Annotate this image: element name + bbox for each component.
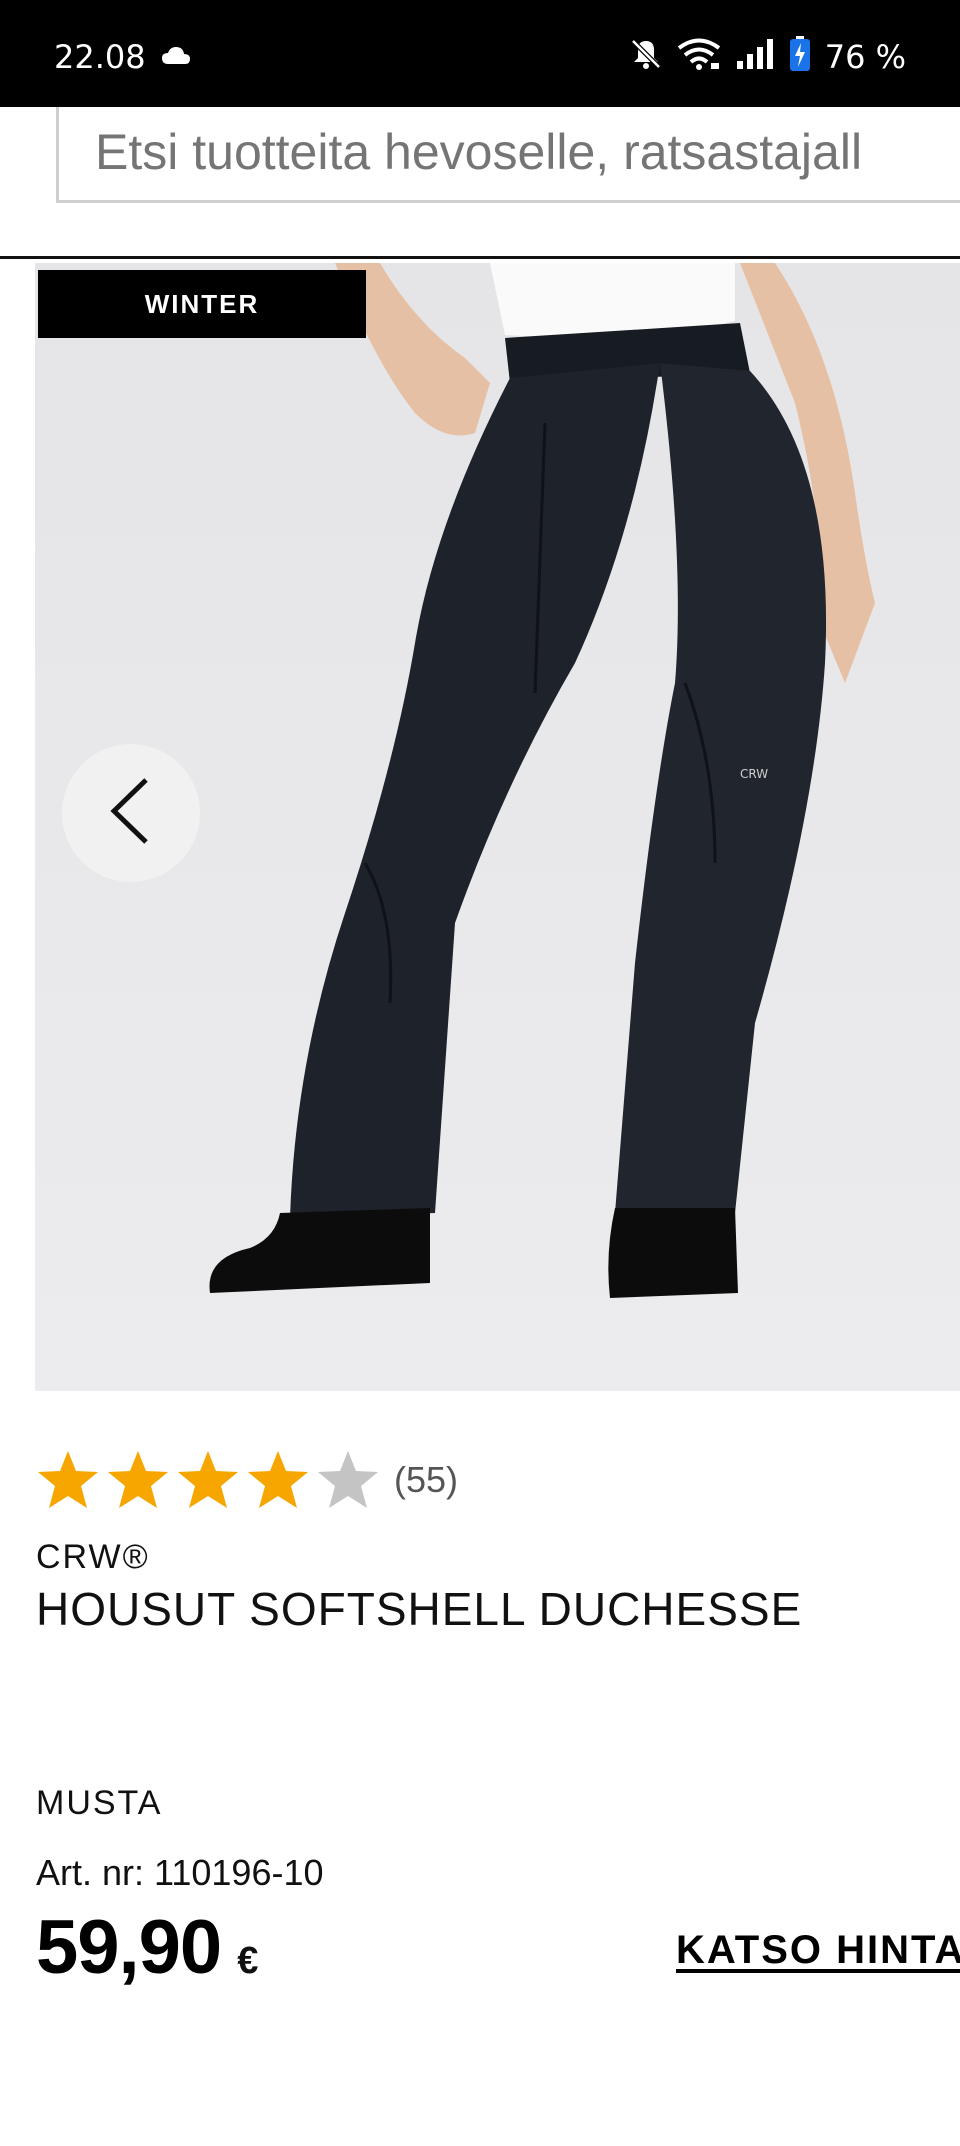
- star-filled-icon: [178, 1451, 238, 1508]
- article-number: Art. nr: 110196-10: [36, 1852, 324, 1893]
- prev-image-button[interactable]: [62, 744, 200, 882]
- product-name: HOUSUT SOFTSHELL DUCHESSE: [36, 1583, 803, 1635]
- price-currency: €: [237, 1940, 259, 1982]
- status-icons: 76 %: [629, 36, 906, 77]
- svg-text:CRW: CRW: [740, 767, 768, 781]
- rating[interactable]: (55): [36, 1450, 458, 1510]
- status-time: 22.08: [54, 38, 146, 76]
- status-bar: 22.08 76 %: [0, 0, 960, 107]
- see-price-link[interactable]: KATSO HINTA: [676, 1928, 960, 1973]
- product-brand[interactable]: CRW®: [36, 1538, 150, 1577]
- battery-percent: 76 %: [824, 37, 906, 76]
- cloud-icon: [160, 44, 192, 71]
- product-color: MUSTA: [36, 1784, 163, 1822]
- rating-count[interactable]: (55): [394, 1459, 458, 1501]
- search-header: [0, 107, 960, 259]
- search-input[interactable]: [95, 117, 960, 187]
- search-field[interactable]: [56, 107, 960, 203]
- bell-muted-icon: [629, 37, 663, 76]
- winter-badge: WINTER: [38, 270, 366, 338]
- wifi-icon: [677, 37, 721, 76]
- star-filled-icon: [38, 1451, 98, 1508]
- price: 59,90 €: [36, 1904, 258, 1991]
- star-empty-icon: [318, 1451, 378, 1508]
- star-filled-icon: [248, 1451, 308, 1508]
- chevron-left-icon: [106, 776, 156, 851]
- star-filled-icon: [108, 1451, 168, 1508]
- battery-charging-icon: [789, 36, 811, 77]
- signal-icon: [735, 37, 775, 76]
- price-value: 59,90: [36, 1905, 222, 1990]
